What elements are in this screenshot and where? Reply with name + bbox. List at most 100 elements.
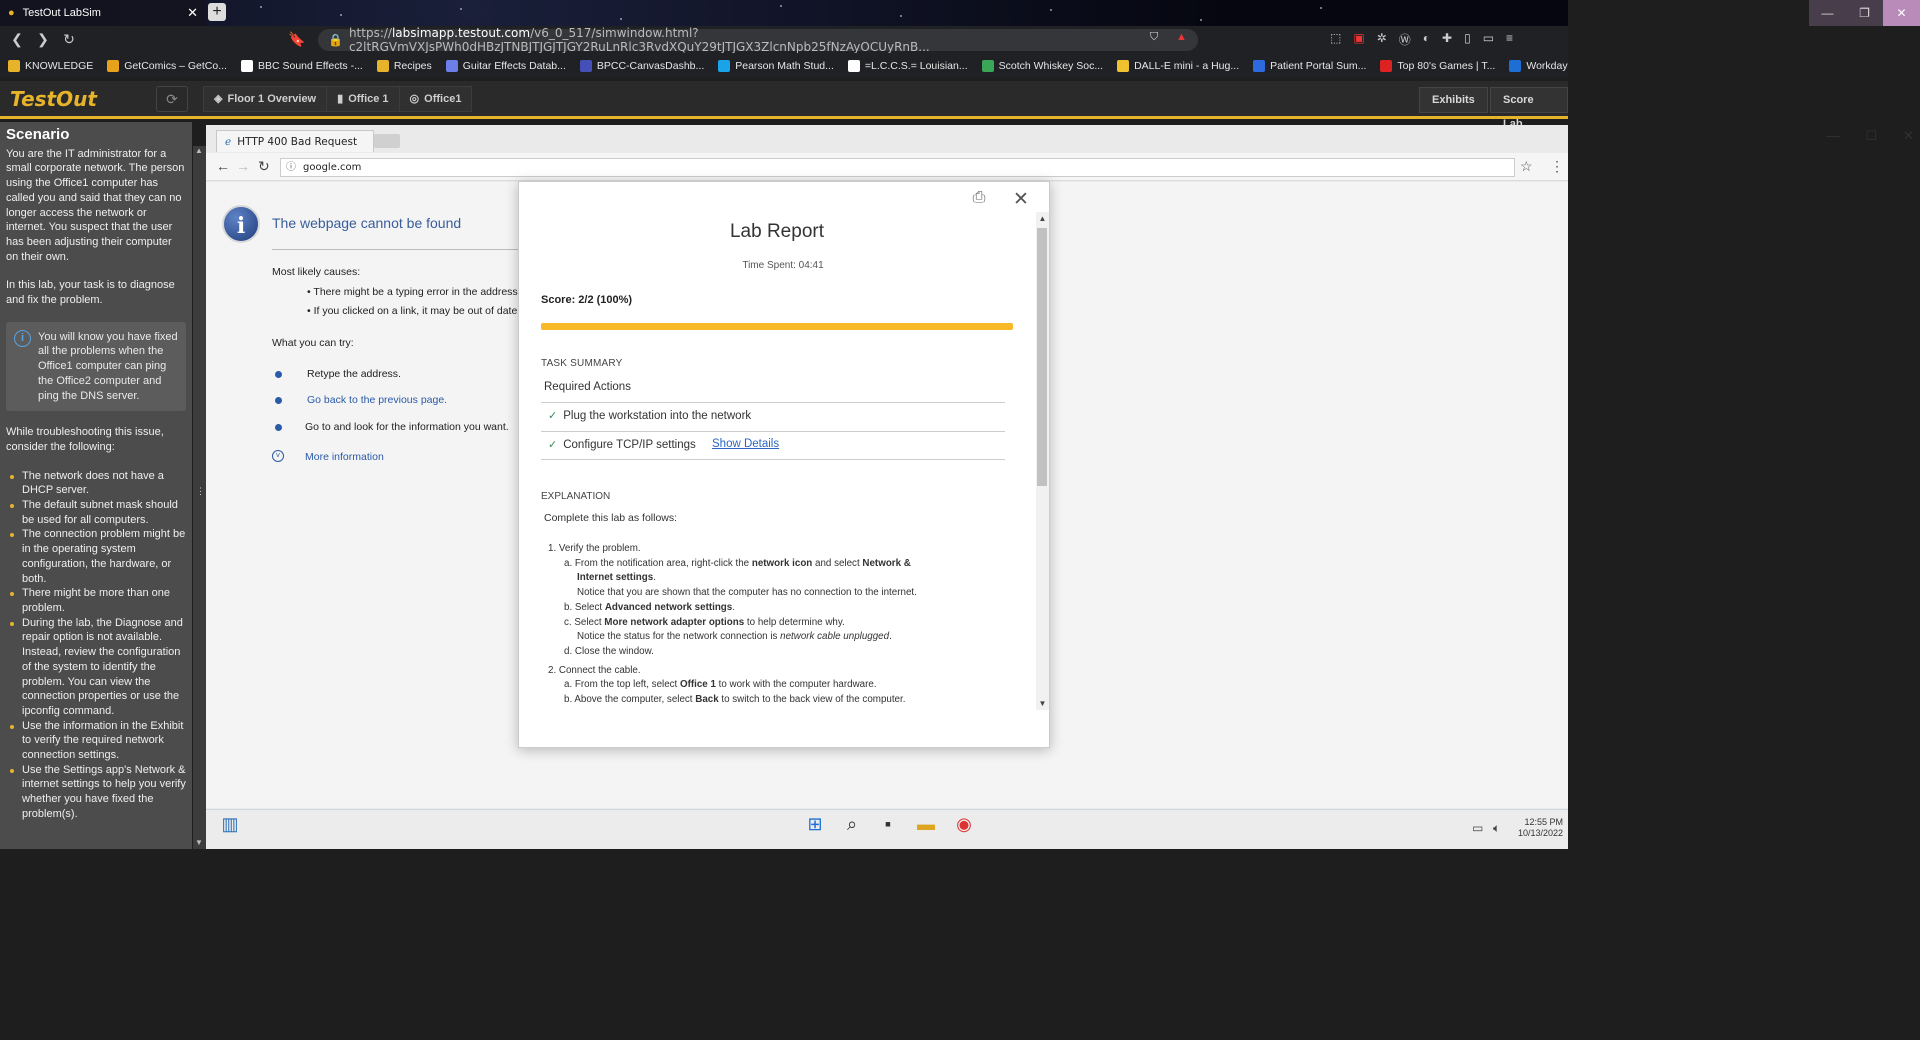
- bookmark-item[interactable]: GetComics – GetCo...: [107, 59, 227, 72]
- bookmark-item[interactable]: Pearson Math Stud...: [718, 59, 834, 72]
- resize-handle-icon[interactable]: ⋮: [196, 486, 205, 498]
- scroll-down-icon[interactable]: ▼: [1036, 699, 1049, 708]
- task-row: ✓ Plug the workstation into the network: [548, 409, 751, 423]
- bookmark-item[interactable]: Scotch Whiskey Soc...: [981, 59, 1103, 72]
- forward-icon[interactable]: →: [236, 158, 250, 174]
- inner-menu-icon[interactable]: ⋮: [1550, 158, 1564, 175]
- bookmark-item[interactable]: Recipes: [376, 59, 432, 72]
- bookmark-item[interactable]: BBC Sound Effects -...: [240, 59, 363, 72]
- bookmark-item[interactable]: DALL-E mini - a Hug...: [1117, 59, 1239, 72]
- step-1c-note: Notice the status for the network connec…: [577, 631, 892, 643]
- report-scrollbar[interactable]: ▲ ▼: [1036, 212, 1049, 710]
- address-bar-row: ❮ ❯ ↻ 🔖 🔒 https://labsimapp.testout.com/…: [0, 26, 1568, 54]
- step-2: 2. Connect the cable.: [548, 664, 641, 676]
- divider: [541, 431, 1005, 432]
- step-1c: c. Select More network adapter options t…: [564, 616, 845, 628]
- desktop-icon[interactable]: ▥: [218, 812, 242, 836]
- minimize-icon[interactable]: —: [1809, 0, 1846, 26]
- brave-shield-icon[interactable]: ⛉: [1150, 31, 1158, 44]
- sidebar-icon[interactable]: ▯: [1464, 31, 1471, 48]
- puzzle-icon[interactable]: ✚: [1442, 31, 1452, 48]
- cause-item: • If you clicked on a link, it may be ou…: [307, 305, 521, 317]
- file-explorer-icon[interactable]: ▬: [914, 812, 938, 836]
- bookmark-label: Pearson Math Stud...: [735, 59, 834, 72]
- close-icon[interactable]: ✕: [1903, 128, 1914, 144]
- more-information-link[interactable]: More information: [305, 451, 384, 463]
- bookmark-label: =L.C.C.S.= Louisian...: [864, 59, 968, 72]
- explanation-steps: 1. Verify the problem. a. From the notif…: [548, 542, 1018, 706]
- crumb-office-room[interactable]: ▮ Office 1: [326, 85, 400, 112]
- chrome-icon[interactable]: ◉: [952, 812, 976, 836]
- scroll-up-icon[interactable]: ▲: [1036, 214, 1049, 223]
- search-icon[interactable]: ⌕: [840, 812, 864, 836]
- print-icon[interactable]: ⎙: [968, 189, 990, 211]
- scroll-down-icon[interactable]: ▼: [195, 838, 203, 847]
- explanation-intro: Complete this lab as follows:: [544, 512, 678, 524]
- browser-tab-title: TestOut LabSim: [22, 7, 101, 19]
- reload-icon[interactable]: ↻: [56, 31, 82, 48]
- bookmark-item[interactable]: BPCC-CanvasDashb...: [579, 59, 704, 72]
- minimize-icon[interactable]: —: [1826, 128, 1839, 144]
- wallet-icon[interactable]: ▭: [1483, 31, 1494, 48]
- bookmark-item[interactable]: KNOWLEDGE: [8, 59, 93, 72]
- clock[interactable]: 12:55 PM 10/13/2022: [1518, 817, 1563, 839]
- extension-icon[interactable]: ◐: [1423, 31, 1430, 48]
- close-tab-icon[interactable]: ✕: [187, 5, 198, 21]
- new-tab-button[interactable]: +: [208, 3, 226, 21]
- favorite-star-icon[interactable]: ☆: [1520, 158, 1533, 175]
- exhibits-button[interactable]: Exhibits: [1419, 87, 1488, 113]
- close-window-icon[interactable]: ✕: [1883, 0, 1920, 26]
- score-lab-button[interactable]: Score Lab: [1490, 87, 1568, 130]
- inner-new-tab-button[interactable]: [374, 134, 400, 148]
- refresh-icon[interactable]: ⟳: [156, 85, 188, 112]
- start-icon[interactable]: ⊞: [803, 812, 827, 836]
- scroll-thumb[interactable]: [1037, 228, 1047, 486]
- expand-chevron-icon[interactable]: ˅: [272, 450, 284, 462]
- bookmark-label: Top 80's Games | T...: [1397, 59, 1496, 72]
- reload-icon[interactable]: ↻: [258, 158, 270, 175]
- bookmark-item[interactable]: Top 80's Games | T...: [1380, 59, 1496, 72]
- testout-favicon-icon: ●: [8, 7, 15, 19]
- bookmark-item[interactable]: =L.C.C.S.= Louisian...: [847, 59, 968, 72]
- terminal-icon[interactable]: ▪: [876, 812, 900, 836]
- crumb-office-computer[interactable]: ◎ Office1: [398, 85, 473, 112]
- bookmark-item[interactable]: Workday wholefoo...: [1509, 59, 1568, 72]
- breadcrumb: ◈ Floor 1 Overview ▮ Office 1 ◎ Office1: [203, 85, 473, 112]
- bookmark-icon[interactable]: 🔖: [284, 31, 310, 48]
- crumb-floor-overview[interactable]: ◈ Floor 1 Overview: [203, 85, 328, 112]
- go-back-link[interactable]: Go back to the previous page.: [307, 394, 447, 406]
- inner-address-field[interactable]: ⓘ google.com: [280, 158, 1515, 177]
- back-icon[interactable]: ←: [216, 158, 230, 174]
- time-spent: Time Spent: 04:41: [742, 260, 824, 271]
- consideration-item: There might be more than one problem.: [6, 586, 186, 615]
- url-field[interactable]: 🔒 https://labsimapp.testout.com/v6_0_517…: [318, 26, 1198, 54]
- rewards-icon[interactable]: ▲: [1176, 31, 1187, 43]
- scenario-panel: Scenario You are the IT administrator fo…: [0, 122, 192, 849]
- network-icon[interactable]: ▭: [1472, 821, 1483, 835]
- step-2a: a. From the top left, select Office 1 to…: [564, 679, 877, 691]
- bookmark-item[interactable]: Patient Portal Sum...: [1253, 59, 1366, 72]
- volume-icon[interactable]: 🔈︎: [1493, 821, 1500, 836]
- extension-icon[interactable]: ▣: [1353, 31, 1364, 48]
- bookmark-favicon-icon: [376, 59, 389, 72]
- forward-icon[interactable]: ❯: [30, 31, 56, 48]
- back-icon[interactable]: ❮: [4, 31, 30, 48]
- maximize-icon[interactable]: ❐: [1846, 0, 1883, 26]
- inner-browser-tab[interactable]: ℯ HTTP 400 Bad Request: [216, 130, 374, 152]
- consideration-item: The network does not have a DHCP server.: [6, 469, 186, 498]
- close-icon[interactable]: ✕: [1010, 188, 1032, 210]
- extension-icon[interactable]: ✲: [1377, 31, 1387, 48]
- scenario-intro: You are the IT administrator for a small…: [6, 147, 185, 263]
- scroll-up-icon[interactable]: ▲: [195, 146, 203, 155]
- clock-date: 10/13/2022: [1518, 828, 1564, 838]
- bookmark-label: Recipes: [393, 59, 432, 72]
- maximize-icon[interactable]: ☐: [1865, 128, 1877, 144]
- bookmark-item[interactable]: Guitar Effects Datab...: [445, 59, 566, 72]
- browser-tab[interactable]: ● TestOut LabSim ✕: [0, 0, 206, 26]
- extension-icon[interactable]: ⬚: [1330, 31, 1341, 48]
- scenario-scrollbar[interactable]: ▲ ⋮ ▼: [193, 146, 206, 849]
- extension-icon[interactable]: Ⓦ: [1399, 31, 1411, 48]
- menu-icon[interactable]: ≡: [1506, 31, 1513, 48]
- cause-text: There might be a typing error in the add…: [313, 286, 521, 298]
- show-details-link[interactable]: Show Details: [712, 438, 779, 450]
